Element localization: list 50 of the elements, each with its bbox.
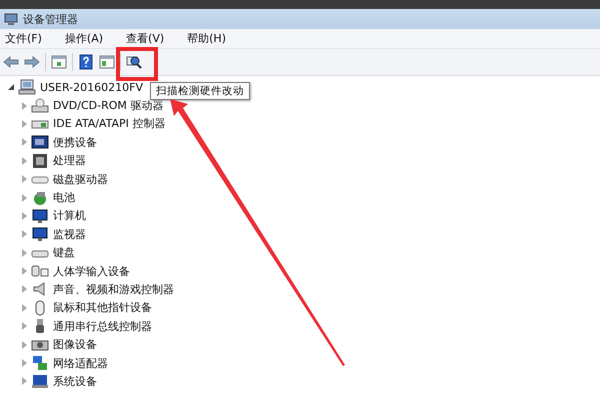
expand-arrow[interactable] xyxy=(22,322,27,330)
tree-item[interactable]: 键盘 xyxy=(53,245,75,260)
input-device-icon xyxy=(31,263,49,280)
tree-item[interactable]: 鼠标和其他指针设备 xyxy=(53,300,152,316)
computer-icon xyxy=(31,373,49,390)
tree-item[interactable]: 人体学输入设备 xyxy=(53,264,130,279)
forward-icon xyxy=(24,54,40,70)
window-title: 设备管理器 xyxy=(23,12,78,26)
window-icon xyxy=(99,54,115,70)
device-icon xyxy=(31,134,49,150)
tooltip: 扫描检测硬件改动 xyxy=(150,82,250,100)
back-icon xyxy=(3,54,19,70)
tree-item[interactable]: 磁盘驱动器 xyxy=(53,172,108,187)
menu-item[interactable]: 查看(V) xyxy=(121,31,170,46)
menu-item[interactable]: 帮助(H) xyxy=(182,31,232,46)
network-icon xyxy=(31,355,49,372)
tree-item[interactable]: 通用串行总线控制器 xyxy=(53,318,152,334)
expand-arrow[interactable] xyxy=(22,377,27,386)
tree-item[interactable]: IDE ATA/ATAPI 控制器 xyxy=(53,116,166,132)
tree-item[interactable]: 便携设备 xyxy=(53,134,97,150)
tree-item[interactable]: 网络适配器 xyxy=(53,356,108,371)
tree-item[interactable]: 电池 xyxy=(53,190,75,206)
highlight-frame xyxy=(116,47,158,81)
computer-icon xyxy=(4,13,18,25)
tree-item[interactable]: 系统设备 xyxy=(53,374,97,389)
expand-arrow[interactable] xyxy=(22,156,27,165)
expand-arrow[interactable] xyxy=(22,359,27,368)
tree-item[interactable]: 声音、视频和游戏控制器 xyxy=(53,282,174,297)
tree-item[interactable]: 计算机 xyxy=(53,208,86,224)
disc-drive-icon xyxy=(31,98,49,114)
tree-item[interactable]: 监视器 xyxy=(53,226,86,242)
expand-arrow[interactable] xyxy=(22,304,27,312)
monitor-icon xyxy=(31,226,49,242)
properties-icon xyxy=(51,54,67,70)
expand-arrow[interactable] xyxy=(22,230,27,238)
help-icon xyxy=(78,54,94,70)
expand-arrow[interactable] xyxy=(22,212,27,220)
battery-icon xyxy=(31,190,49,206)
tree-item[interactable]: 处理器 xyxy=(53,153,86,168)
chip-icon xyxy=(31,152,49,169)
expand-arrow[interactable] xyxy=(22,194,27,202)
tree-item[interactable]: DVD/CD-ROM 驱动器 xyxy=(53,98,164,114)
scan-icon xyxy=(126,54,142,70)
tree-item[interactable]: USER-20160210FV xyxy=(40,80,143,94)
menu-item[interactable]: 文件(F) xyxy=(0,31,48,46)
tree-item[interactable]: 图像设备 xyxy=(53,337,97,352)
menu-item[interactable]: 操作(A) xyxy=(60,31,110,46)
computer-icon xyxy=(18,79,36,96)
expand-arrow[interactable] xyxy=(22,285,27,294)
computer-icon xyxy=(31,208,49,224)
